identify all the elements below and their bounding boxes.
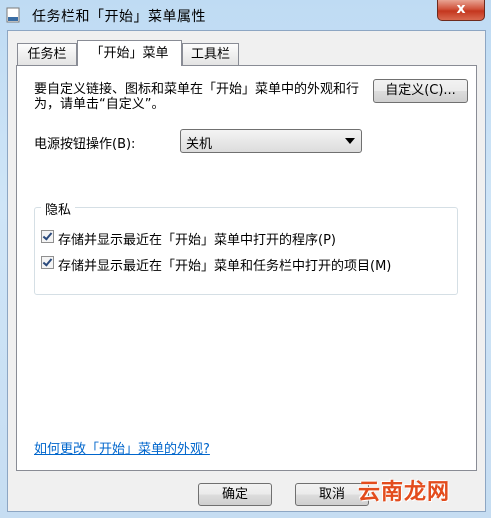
tab-taskbar[interactable]: 任务栏: [17, 43, 77, 65]
window-title: 任务栏和「开始」菜单属性: [32, 9, 206, 25]
title-bar: 任务栏和「开始」菜单属性 x: [0, 0, 491, 30]
recent-items-checkbox[interactable]: [41, 256, 54, 269]
recent-items-label: 存储并显示最近在「开始」菜单和任务栏中打开的项目(M): [58, 259, 392, 274]
help-link[interactable]: 如何更改「开始」菜单的外观?: [34, 438, 210, 457]
power-action-value: 关机: [186, 137, 213, 152]
chevron-down-icon: [345, 138, 355, 144]
close-button[interactable]: x: [437, 0, 485, 21]
power-button-label: 电源按钮操作(B):: [34, 137, 136, 152]
recent-programs-label: 存储并显示最近在「开始」菜单中打开的程序(P): [58, 233, 336, 248]
tab-start-menu[interactable]: 「开始」菜单: [77, 40, 182, 66]
start-menu-panel: 要自定义链接、图标和菜单在「开始」菜单中的外观和行为，请单击“自定义”。 自定义…: [16, 65, 477, 471]
privacy-group: [34, 207, 458, 295]
recent-programs-checkbox[interactable]: [41, 230, 54, 243]
window-app-icon: [6, 7, 20, 23]
customize-button[interactable]: 自定义(C)...: [373, 79, 468, 103]
tab-toolbars[interactable]: 工具栏: [182, 43, 239, 65]
ok-button[interactable]: 确定: [198, 483, 272, 506]
watermark-text: 云南龙网: [358, 480, 451, 505]
customize-description: 要自定义链接、图标和菜单在「开始」菜单中的外观和行为，请单击“自定义”。: [34, 82, 360, 112]
privacy-group-title: 隐私: [41, 199, 76, 218]
watermark: 云南龙网: [350, 474, 491, 518]
dialog-body: 任务栏 「开始」菜单 工具栏 要自定义链接、图标和菜单在「开始」菜单中的外观和行…: [7, 30, 486, 512]
power-action-select[interactable]: 关机: [180, 129, 362, 153]
